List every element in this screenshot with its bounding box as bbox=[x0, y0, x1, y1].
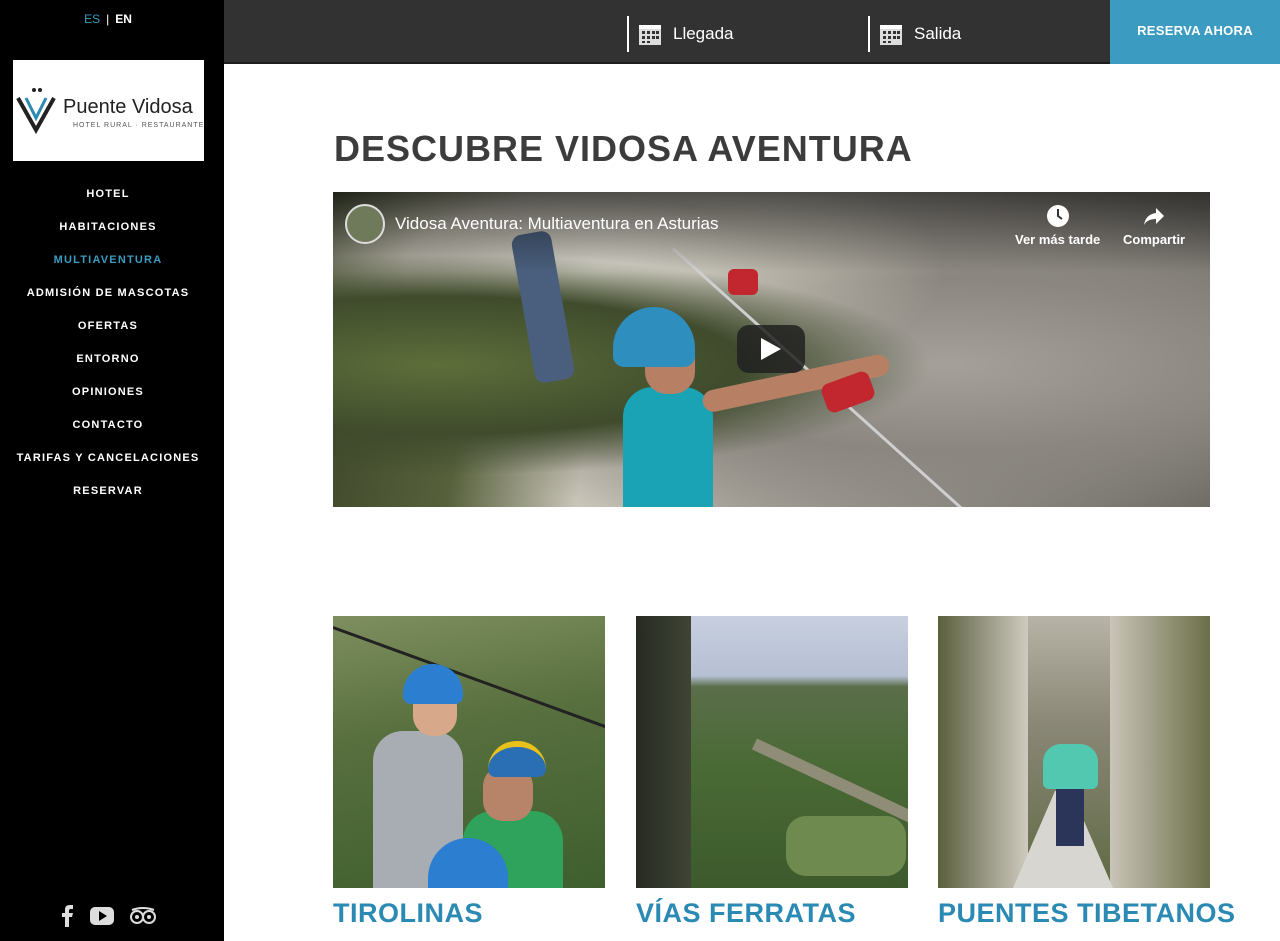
watch-later-label: Ver más tarde bbox=[1015, 232, 1101, 247]
departure-date-field[interactable]: Salida bbox=[868, 16, 961, 52]
share-icon bbox=[1123, 204, 1185, 228]
nav-item-entorno[interactable]: ENTORNO bbox=[0, 351, 216, 384]
zipline-rope bbox=[333, 626, 605, 732]
image-figure bbox=[488, 741, 546, 777]
departure-label: Salida bbox=[914, 24, 962, 43]
arrival-label: Llegada bbox=[673, 24, 734, 43]
puentes-tibetanos-image[interactable] bbox=[938, 616, 1210, 888]
activity-card-vias-ferratas[interactable]: VÍAS FERRATAS bbox=[636, 616, 908, 929]
card-label[interactable]: TIROLINAS bbox=[333, 898, 605, 929]
logo-subtitle: HOTEL RURAL · RESTAURANTE bbox=[73, 122, 205, 129]
share-button[interactable]: Compartir bbox=[1123, 204, 1185, 247]
image-field bbox=[786, 816, 906, 876]
hotel-logo[interactable]: Puente Vidosa HOTEL RURAL · RESTAURANTE bbox=[13, 60, 204, 161]
watch-later-button[interactable]: Ver más tarde bbox=[1015, 204, 1100, 247]
share-label: Compartir bbox=[1123, 232, 1186, 247]
nav-item-mascotas[interactable]: ADMISIÓN DE MASCOTAS bbox=[0, 285, 216, 318]
nav-item-multiaventura[interactable]: MULTIAVENTURA bbox=[0, 252, 216, 285]
play-icon bbox=[761, 338, 781, 360]
social-links bbox=[60, 905, 156, 927]
image-road bbox=[751, 738, 908, 826]
card-label[interactable]: VÍAS FERRATAS bbox=[636, 898, 908, 929]
language-es-link[interactable]: ES bbox=[84, 12, 100, 26]
activity-card-tirolinas[interactable]: TIROLINAS bbox=[333, 616, 605, 929]
image-rock bbox=[938, 616, 1028, 888]
nav-item-tarifas[interactable]: TARIFAS Y CANCELACIONES bbox=[0, 450, 216, 483]
sidebar: ES | EN Puente Vidosa HOTEL RURAL · RESTAU… bbox=[0, 0, 224, 941]
logo-brand-text: Puente Vidosa bbox=[63, 96, 193, 118]
youtube-icon[interactable] bbox=[90, 907, 114, 925]
video-thumbnail-glove bbox=[728, 269, 758, 295]
video-thumbnail-climber bbox=[623, 387, 713, 507]
vias-ferratas-image[interactable] bbox=[636, 616, 908, 888]
nav-item-contacto[interactable]: CONTACTO bbox=[0, 417, 216, 450]
language-separator: | bbox=[106, 12, 110, 26]
tirolinas-image[interactable] bbox=[333, 616, 605, 888]
play-button[interactable] bbox=[737, 325, 805, 373]
reserve-now-button[interactable]: RESERVA AHORA bbox=[1110, 0, 1280, 64]
video-title[interactable]: Vidosa Aventura: Multiaventura en Asturi… bbox=[395, 214, 719, 234]
main-nav: HOTEL HABITACIONES MULTIAVENTURA ADMISIÓ… bbox=[0, 186, 216, 516]
nav-item-ofertas[interactable]: OFERTAS bbox=[0, 318, 216, 351]
calendar-icon bbox=[639, 23, 661, 45]
nav-item-hotel[interactable]: HOTEL bbox=[0, 186, 216, 219]
nav-item-habitaciones[interactable]: HABITACIONES bbox=[0, 219, 216, 252]
nav-item-reservar[interactable]: RESERVAR bbox=[0, 483, 216, 516]
video-player[interactable]: Vidosa Aventura: Multiaventura en Asturi… bbox=[333, 192, 1210, 507]
language-en-link[interactable]: EN bbox=[115, 12, 132, 26]
nav-item-opiniones[interactable]: OPINIONES bbox=[0, 384, 216, 417]
clock-icon bbox=[1015, 204, 1100, 228]
image-figure bbox=[1056, 786, 1084, 846]
image-cliff bbox=[636, 616, 691, 888]
video-thumbnail-helmet bbox=[613, 307, 695, 367]
activity-card-puentes-tibetanos[interactable]: PUENTES TIBETANOS bbox=[938, 616, 1235, 929]
language-switcher: ES | EN bbox=[0, 12, 216, 26]
card-label[interactable]: PUENTES TIBETANOS bbox=[938, 898, 1235, 929]
arrival-date-field[interactable]: Llegada bbox=[627, 16, 734, 52]
channel-avatar[interactable] bbox=[345, 204, 385, 244]
page-title: DESCUBRE VIDOSA AVENTURA bbox=[334, 128, 913, 169]
logo-mark-icon bbox=[16, 88, 56, 134]
image-figure bbox=[1043, 744, 1098, 789]
booking-bar: Llegada Salida RESERVA AHORA bbox=[224, 0, 1280, 64]
facebook-icon[interactable] bbox=[60, 905, 74, 927]
tripadvisor-icon[interactable] bbox=[130, 907, 156, 925]
calendar-icon bbox=[880, 23, 902, 45]
image-rock bbox=[1110, 616, 1210, 888]
